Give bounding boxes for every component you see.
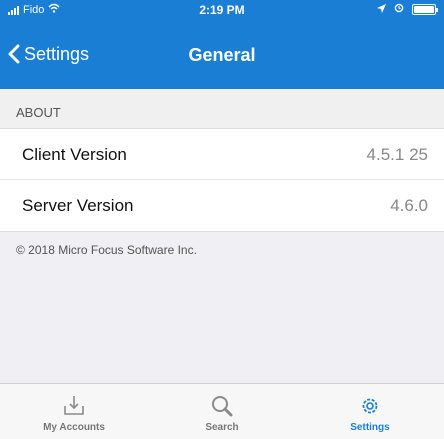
- status-right: [377, 3, 438, 16]
- page-title: General: [188, 45, 256, 65]
- magnifier-icon: [209, 394, 235, 418]
- tab-settings[interactable]: Settings: [296, 384, 444, 439]
- tab-bar: My Accounts Search Settings: [0, 383, 444, 439]
- about-list: Client Version 4.5.1 25 Server Version 4…: [0, 129, 444, 232]
- client-version-row: Client Version 4.5.1 25: [0, 129, 444, 180]
- tab-search[interactable]: Search: [148, 384, 296, 439]
- about-section-header: ABOUT: [0, 89, 444, 129]
- status-bar: Fido 2:19 PM: [0, 0, 444, 20]
- row-label: Server Version: [22, 196, 134, 215]
- gear-icon: [357, 394, 383, 418]
- server-version-row: Server Version 4.6.0: [0, 180, 444, 231]
- screen: Fido 2:19 PM Settings General ABOUT Clie…: [0, 0, 444, 439]
- battery-icon: [412, 4, 438, 15]
- tab-label: Search: [205, 422, 239, 433]
- row-value: 4.5.1 25: [366, 145, 428, 164]
- location-icon: [377, 3, 386, 16]
- section-header-label: ABOUT: [16, 105, 61, 120]
- top-bar: Fido 2:19 PM Settings General: [0, 0, 444, 89]
- row-value: 4.6.0: [390, 196, 428, 215]
- tab-label: Settings: [350, 422, 390, 433]
- alarm-icon: [394, 3, 404, 16]
- tab-label: My Accounts: [43, 422, 105, 433]
- download-tray-icon: [61, 394, 87, 418]
- copyright-text: © 2018 Micro Focus Software Inc.: [16, 243, 197, 257]
- navigation-bar: Settings General: [0, 24, 444, 84]
- row-label: Client Version: [22, 145, 127, 164]
- tab-my-accounts[interactable]: My Accounts: [0, 384, 148, 439]
